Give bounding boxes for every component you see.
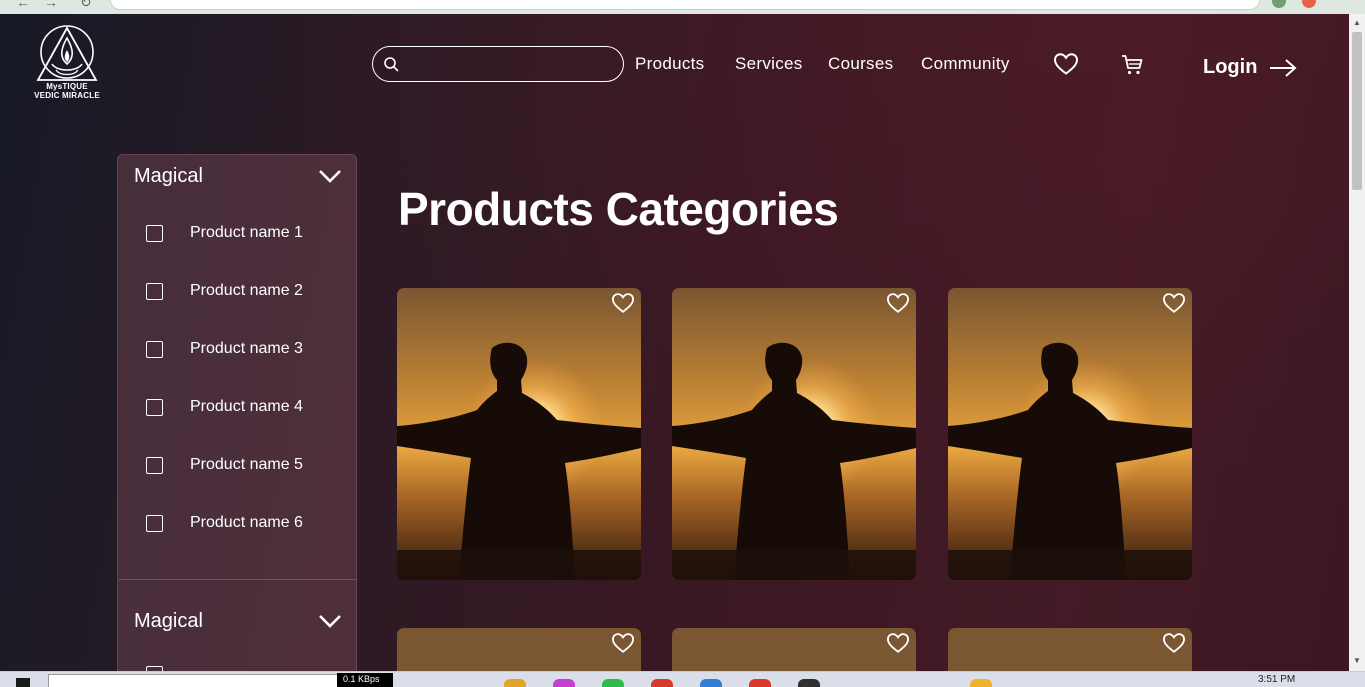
filter-checkbox-2[interactable]: Product name 2 — [146, 280, 303, 302]
browser-toolbar: ← → ↻ — [0, 0, 1365, 14]
reload-icon[interactable]: ↻ — [80, 0, 92, 11]
heart-icon[interactable] — [1053, 52, 1079, 76]
product-image — [397, 288, 641, 580]
product-image — [948, 288, 1192, 580]
filter-checkbox-3[interactable]: Product name 3 — [146, 338, 303, 360]
weather-icon[interactable] — [970, 679, 992, 687]
product-name-label: Product name 5 — [190, 456, 303, 473]
checkbox[interactable] — [146, 282, 163, 300]
wishlist-heart-icon[interactable] — [1162, 632, 1186, 654]
back-icon[interactable]: ← — [16, 0, 30, 10]
terminal-icon[interactable] — [798, 679, 820, 687]
os-taskbar: 0.1 KBps 3:51 PM — [0, 671, 1365, 687]
section-divider — [118, 579, 356, 580]
cart-icon[interactable] — [1120, 53, 1144, 77]
search-icon — [384, 57, 399, 72]
checkbox[interactable] — [146, 224, 163, 242]
product-card[interactable] — [397, 288, 641, 580]
product-card[interactable] — [672, 288, 916, 580]
vscode-icon[interactable] — [700, 679, 722, 687]
chevron-down-icon[interactable] — [318, 168, 342, 184]
product-image — [672, 288, 916, 580]
taskbar-search[interactable] — [48, 674, 340, 687]
nav-courses[interactable]: Courses — [828, 54, 893, 74]
logo-line-2: VEDIC MIRACLE — [34, 91, 100, 100]
product-image — [672, 628, 916, 671]
windows-start-icon[interactable] — [16, 678, 30, 687]
filter-checkbox-1[interactable]: Product name 1 — [146, 222, 303, 244]
product-card[interactable] — [948, 628, 1192, 671]
profile-icon[interactable] — [1302, 0, 1316, 8]
chrome-icon[interactable] — [651, 679, 673, 687]
checkbox[interactable] — [146, 514, 163, 532]
product-card[interactable] — [397, 628, 641, 671]
taskbar-clock: 3:51 PM — [1258, 674, 1296, 685]
extension-icon[interactable] — [1272, 0, 1286, 8]
search-box[interactable] — [372, 46, 624, 82]
section-title-magical-2: Magical — [134, 610, 203, 632]
product-name-label: Product name 1 — [190, 224, 303, 241]
address-bar[interactable] — [110, 0, 1260, 10]
whatsapp-icon[interactable] — [602, 679, 624, 687]
nav-products[interactable]: Products — [635, 54, 705, 74]
search-input[interactable] — [409, 51, 614, 77]
product-card[interactable] — [948, 288, 1192, 580]
logo-emblem — [36, 25, 98, 81]
product-image — [397, 628, 641, 671]
checkbox[interactable] — [146, 398, 163, 416]
nav-services[interactable]: Services — [735, 54, 803, 74]
checkbox[interactable] — [146, 340, 163, 358]
product-name-label: Product name 3 — [190, 340, 303, 357]
product-name-label: Product name 6 — [190, 514, 303, 531]
wishlist-heart-icon[interactable] — [611, 632, 635, 654]
filter-checkbox-7[interactable] — [146, 663, 163, 671]
product-name-label: Product name 4 — [190, 398, 303, 415]
login-button[interactable]: Login — [1203, 56, 1297, 79]
login-label: Login — [1203, 56, 1258, 78]
nav-community[interactable]: Community — [921, 54, 1010, 74]
logo-line-1: MysTIQUE — [46, 82, 88, 91]
filter-checkbox-5[interactable]: Product name 5 — [146, 454, 303, 476]
wishlist-heart-icon[interactable] — [886, 292, 910, 314]
scroll-up-icon[interactable]: ▲ — [1353, 18, 1361, 27]
product-card[interactable] — [672, 628, 916, 671]
page-title: Products Categories — [398, 183, 839, 235]
net-speed: 0.1 KBps — [337, 673, 393, 687]
checkbox[interactable] — [146, 456, 163, 474]
product-image — [948, 628, 1192, 671]
product-name-label: Product name 2 — [190, 282, 303, 299]
section-title-magical: Magical — [134, 165, 203, 187]
chrome-active-icon[interactable] — [749, 679, 771, 687]
app-icon[interactable] — [553, 679, 575, 687]
scrollbar-thumb[interactable] — [1352, 32, 1362, 190]
brand-logo[interactable]: MysTIQUE VEDIC MIRACLE — [30, 24, 104, 104]
wishlist-heart-icon[interactable] — [1162, 292, 1186, 314]
wishlist-heart-icon[interactable] — [886, 632, 910, 654]
file-explorer-icon[interactable] — [504, 679, 526, 687]
arrow-right-icon — [1270, 58, 1297, 77]
page-scrollbar[interactable]: ▲ ▼ — [1349, 14, 1365, 671]
forward-icon[interactable]: → — [44, 0, 58, 10]
chevron-down-icon[interactable] — [318, 613, 342, 629]
filter-checkbox-4[interactable]: Product name 4 — [146, 396, 303, 418]
scroll-down-icon[interactable]: ▼ — [1353, 656, 1361, 665]
filter-checkbox-6[interactable]: Product name 6 — [146, 512, 303, 534]
wishlist-heart-icon[interactable] — [611, 292, 635, 314]
category-sidebar: Magical Product name 1 Product name 2 Pr… — [117, 154, 357, 671]
page: MysTIQUE VEDIC MIRACLE Products Services… — [0, 14, 1349, 671]
